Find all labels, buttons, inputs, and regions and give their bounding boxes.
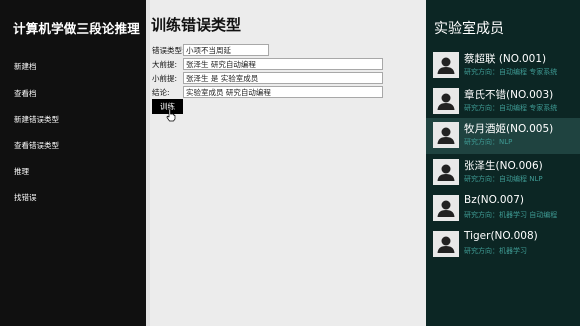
- error-type-label: 错误类型:: [152, 46, 185, 55]
- member-name: 蔡超联 (NO.001): [464, 53, 547, 65]
- member-direction: 研究方向：自动编程 专家系统: [464, 104, 558, 112]
- error-type-input[interactable]: [183, 44, 269, 56]
- member-name: Bz(NO.007): [464, 194, 524, 206]
- nav-item-new-error-type[interactable]: 新建错误类型: [14, 114, 59, 125]
- member-card-selected[interactable]: 牧月酒姬(NO.005) 研究方向：NLP: [426, 118, 580, 154]
- panel-divider: [146, 0, 150, 326]
- nav-item-view-file[interactable]: 查看档: [14, 88, 37, 99]
- member-direction: 研究方向：机器学习: [464, 247, 527, 255]
- app-title: 计算机学做三段论推理: [13, 21, 141, 36]
- member-card[interactable]: 蔡超联 (NO.001) 研究方向：自动编程 专家系统: [426, 48, 580, 84]
- major-premise-label: 大前提:: [152, 60, 178, 69]
- avatar: [433, 159, 459, 185]
- member-card[interactable]: Tiger(NO.008) 研究方向：机器学习: [426, 227, 580, 263]
- avatar: [433, 52, 459, 78]
- nav-item-reasoning[interactable]: 推理: [14, 166, 29, 177]
- sidebar: 计算机学做三段论推理 新建档 查看档 新建错误类型 查看错误类型 推理 找错误: [0, 0, 146, 326]
- nav-item-new-file[interactable]: 新建档: [14, 61, 37, 72]
- user-silhouette-icon: [437, 236, 455, 253]
- user-silhouette-icon: [437, 164, 455, 181]
- member-name: Tiger(NO.008): [464, 230, 538, 242]
- member-card[interactable]: 张泽生(NO.006) 研究方向：自动编程 NLP: [426, 155, 580, 191]
- user-silhouette-icon: [437, 200, 455, 217]
- conclusion-input[interactable]: [183, 86, 383, 98]
- conclusion-label: 结论:: [152, 88, 170, 97]
- avatar: [433, 88, 459, 114]
- major-premise-input[interactable]: [183, 58, 383, 70]
- member-direction: 研究方向：NLP: [464, 138, 513, 146]
- member-card[interactable]: Bz(NO.007) 研究方向：机器学习 自动编程: [426, 191, 580, 227]
- members-title: 实验室成员: [434, 21, 504, 37]
- member-direction: 研究方向：自动编程 NLP: [464, 175, 543, 183]
- avatar: [433, 231, 459, 257]
- avatar: [433, 195, 459, 221]
- member-name: 张泽生(NO.006): [464, 160, 543, 172]
- member-direction: 研究方向：自动编程 专家系统: [464, 68, 558, 76]
- avatar: [433, 122, 459, 148]
- member-card[interactable]: 章氏不错(NO.003) 研究方向：自动编程 专家系统: [426, 84, 580, 120]
- member-name: 章氏不错(NO.003): [464, 89, 554, 101]
- minor-premise-label: 小前提:: [152, 74, 178, 83]
- user-silhouette-icon: [437, 57, 455, 74]
- user-silhouette-icon: [437, 93, 455, 110]
- page-title: 训练错误类型: [151, 16, 242, 34]
- member-direction: 研究方向：机器学习 自动编程: [464, 211, 558, 219]
- user-silhouette-icon: [437, 127, 455, 144]
- minor-premise-input[interactable]: [183, 72, 383, 84]
- hand-pointer-icon: [166, 108, 176, 122]
- member-name: 牧月酒姬(NO.005): [464, 123, 554, 135]
- nav-item-find-error[interactable]: 找错误: [14, 192, 37, 203]
- nav-item-view-error-type[interactable]: 查看错误类型: [14, 140, 59, 151]
